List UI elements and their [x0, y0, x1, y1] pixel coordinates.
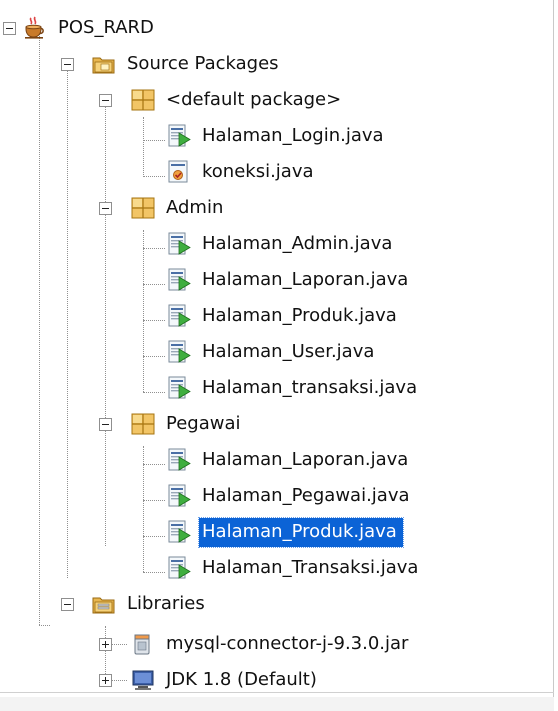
- tree-node-file[interactable]: Halaman_Login.java: [167, 118, 384, 154]
- tree-node-project[interactable]: POS_RARD: [23, 10, 154, 46]
- libraries-folder-icon: [92, 597, 115, 614]
- package-label: Admin: [166, 197, 224, 218]
- file-label: Halaman_User.java: [202, 341, 375, 362]
- source-packages-label: Source Packages: [127, 53, 279, 74]
- jdk-platform-icon: [132, 670, 154, 690]
- tree-node-default-package[interactable]: <default package>: [131, 82, 341, 118]
- tree-node-package-pegawai[interactable]: Pegawai: [131, 406, 241, 442]
- library-label: mysql-connector-j-9.3.0.jar: [166, 633, 409, 654]
- tree-node-package-admin[interactable]: Admin: [131, 190, 223, 226]
- java-form-file-icon: [168, 304, 191, 327]
- tree-node-file[interactable]: Halaman_Pegawai.java: [167, 478, 410, 514]
- tree-node-file[interactable]: Halaman_Laporan.java: [167, 442, 408, 478]
- tree-node-library-jar[interactable]: mysql-connector-j-9.3.0.jar: [131, 626, 408, 662]
- libraries-label: Libraries: [127, 593, 205, 614]
- file-label: Halaman_transaksi.java: [202, 377, 418, 398]
- java-form-file-icon: [168, 376, 191, 399]
- java-form-file-icon: [168, 232, 191, 255]
- panel-footer: [0, 697, 554, 711]
- java-form-file-icon: [168, 556, 191, 579]
- tree-node-file[interactable]: Halaman_Produk.java: [167, 298, 397, 334]
- file-label: Halaman_Transaksi.java: [202, 557, 419, 578]
- project-label: POS_RARD: [58, 17, 154, 38]
- java-form-file-icon: [168, 484, 191, 507]
- java-class-file-icon: [168, 160, 188, 183]
- expand-toggle-mysql-connector[interactable]: [99, 638, 112, 651]
- file-label: Halaman_Login.java: [202, 125, 384, 146]
- java-cup-icon: [25, 16, 44, 39]
- tree-node-file[interactable]: Halaman_Transaksi.java: [167, 550, 418, 586]
- expand-toggle-jdk[interactable]: [99, 674, 112, 687]
- panel-border: [553, 0, 554, 711]
- package-icon: [131, 89, 155, 111]
- tree-node-source-packages[interactable]: Source Packages: [92, 46, 279, 82]
- package-icon: [131, 413, 155, 435]
- tree-node-file-selected[interactable]: Halaman_Produk.java: [167, 514, 404, 550]
- tree-node-file[interactable]: Halaman_Admin.java: [167, 226, 392, 262]
- collapse-toggle-libraries[interactable]: [61, 598, 74, 611]
- panel-border: [0, 692, 554, 693]
- tree-node-file[interactable]: Halaman_transaksi.java: [167, 370, 417, 406]
- library-label: JDK 1.8 (Default): [166, 669, 317, 690]
- collapse-toggle-admin[interactable]: [99, 202, 112, 215]
- java-form-file-icon: [168, 520, 191, 543]
- collapse-toggle-default-package[interactable]: [99, 94, 112, 107]
- collapse-toggle-project[interactable]: [3, 22, 16, 35]
- package-icon: [131, 197, 155, 219]
- file-label: koneksi.java: [202, 161, 314, 182]
- jar-icon: [134, 634, 150, 655]
- java-form-file-icon: [168, 268, 191, 291]
- file-label: Halaman_Pegawai.java: [202, 485, 410, 506]
- collapse-toggle-source-packages[interactable]: [61, 58, 74, 71]
- java-form-file-icon: [168, 340, 191, 363]
- tree-node-file[interactable]: Halaman_Laporan.java: [167, 262, 408, 298]
- package-label: Pegawai: [166, 413, 241, 434]
- file-label: Halaman_Produk.java: [202, 305, 397, 326]
- file-label: Halaman_Laporan.java: [202, 449, 409, 470]
- java-form-file-icon: [168, 448, 191, 471]
- package-label: <default package>: [166, 89, 342, 110]
- source-folder-icon: [92, 57, 115, 74]
- tree-node-file[interactable]: Halaman_User.java: [167, 334, 374, 370]
- file-label: Halaman_Laporan.java: [202, 269, 409, 290]
- file-label-selected: Halaman_Produk.java: [198, 516, 404, 548]
- tree-node-file[interactable]: koneksi.java: [167, 154, 314, 190]
- tree-node-libraries[interactable]: Libraries: [92, 586, 205, 622]
- file-label: Halaman_Admin.java: [202, 233, 393, 254]
- java-form-file-icon: [168, 124, 191, 147]
- collapse-toggle-pegawai[interactable]: [99, 418, 112, 431]
